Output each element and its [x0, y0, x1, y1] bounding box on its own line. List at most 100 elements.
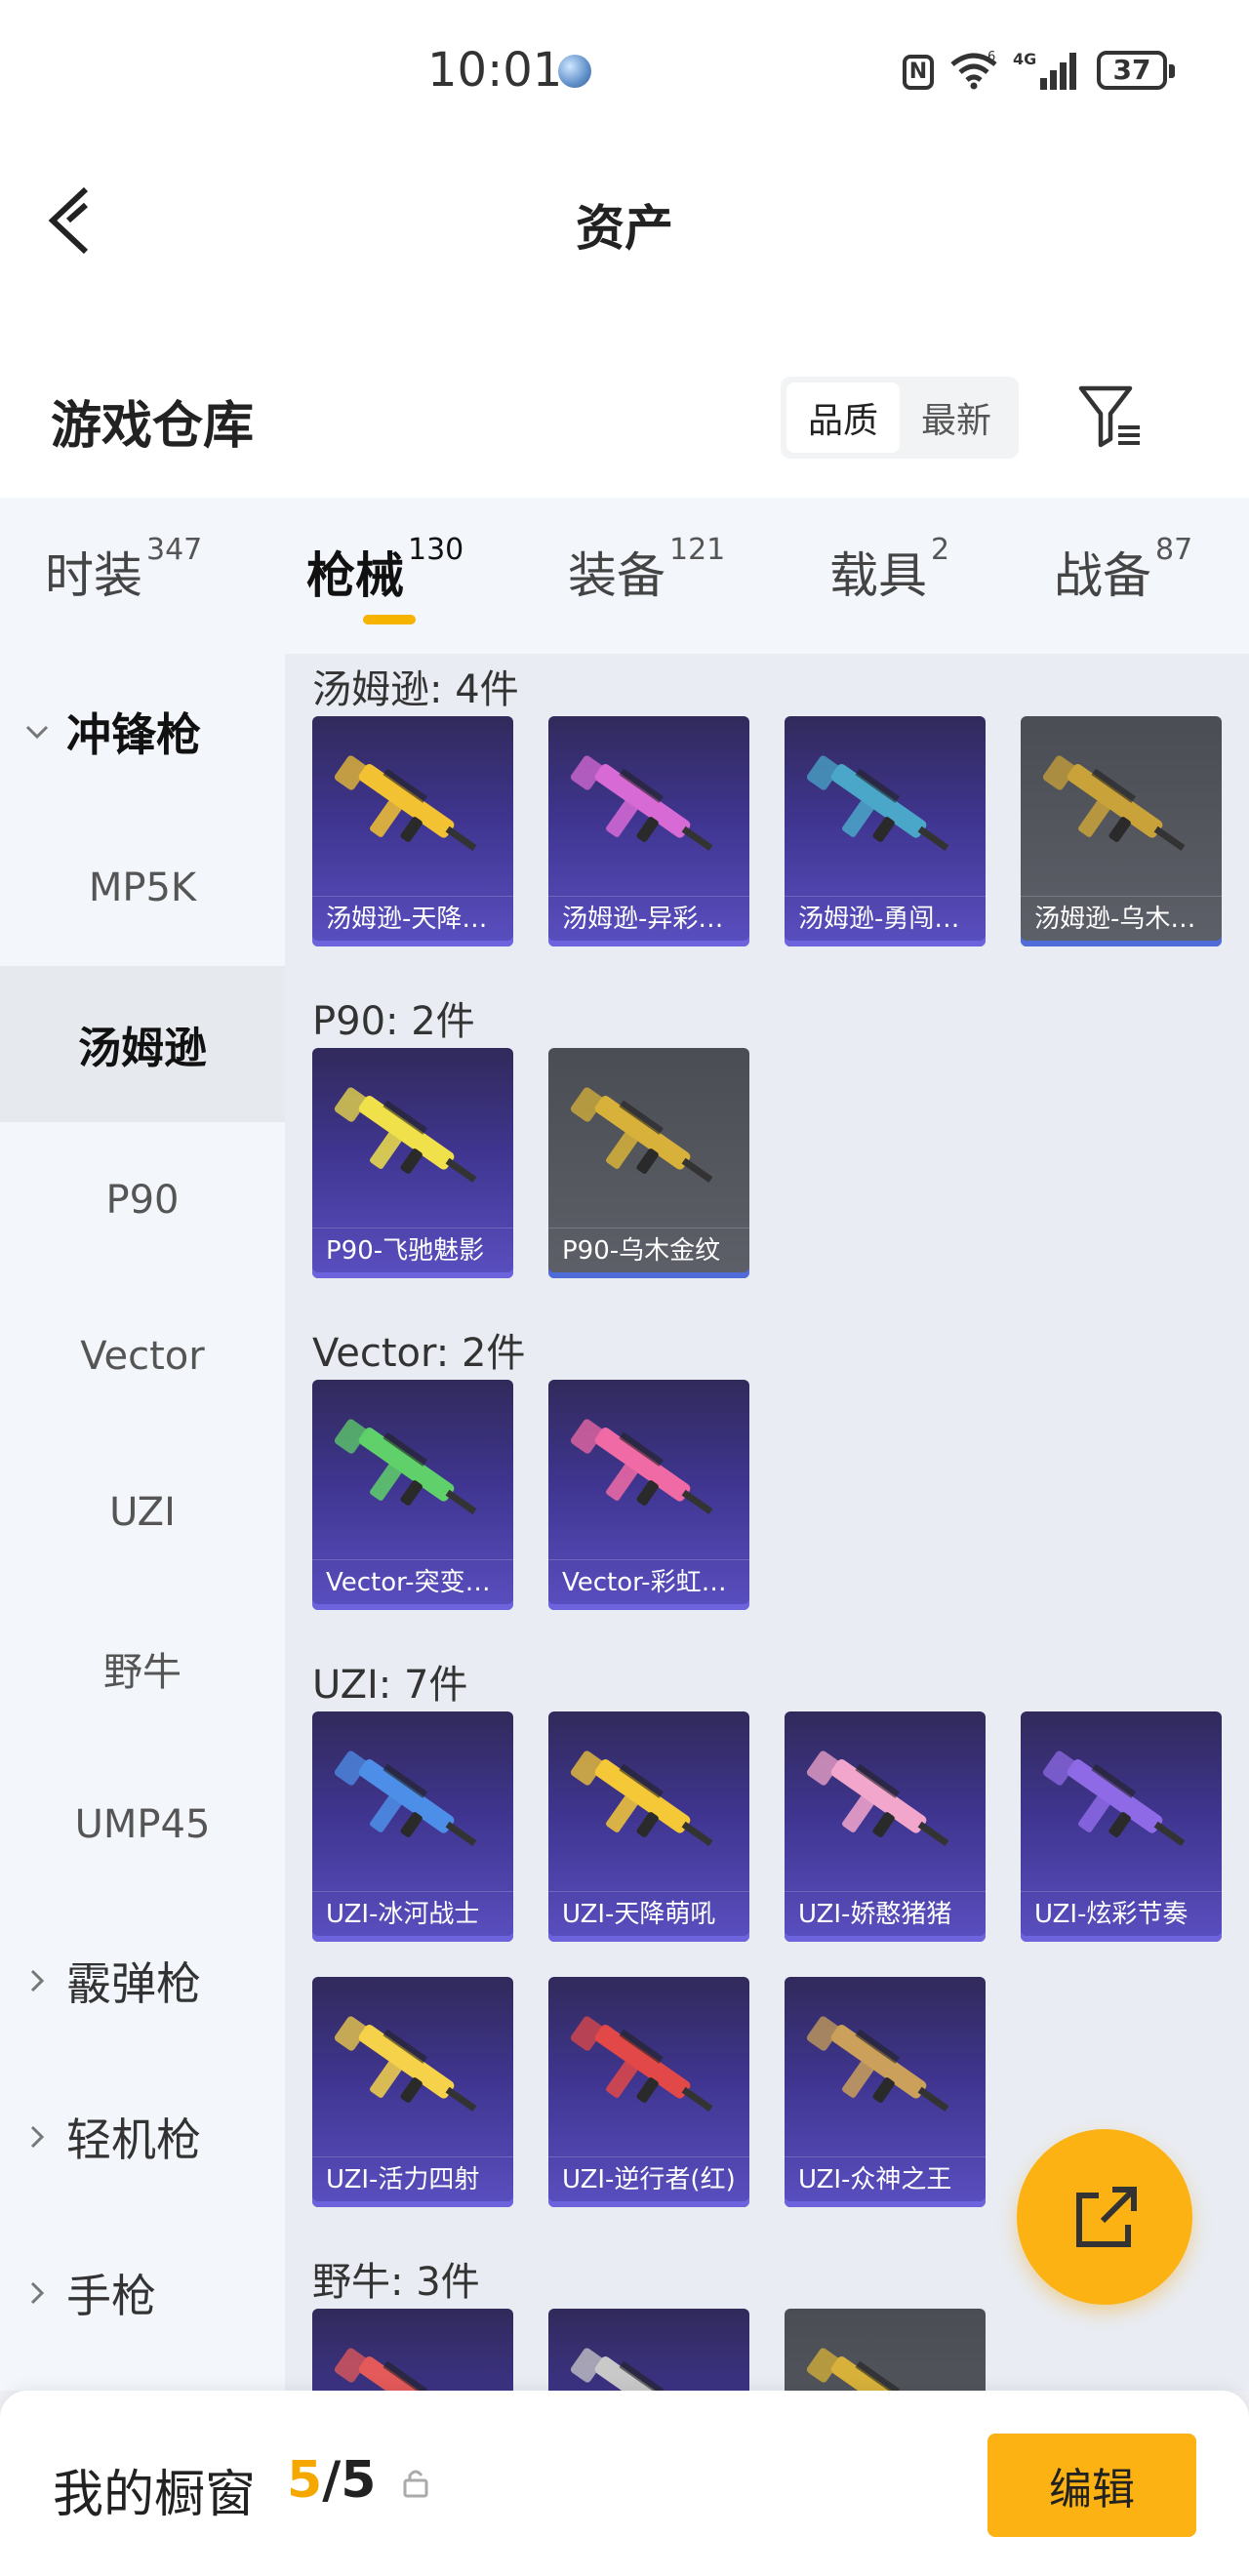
weapon-skin-icon [334, 2348, 455, 2391]
filter-icon[interactable] [1077, 382, 1146, 451]
battery-icon: 37 [1097, 51, 1175, 90]
sidebar-group-smg[interactable]: 冲锋枪 [0, 654, 285, 810]
weapon-skin-icon [334, 1419, 477, 1515]
weapon-card[interactable]: UZI-天降萌吼 [548, 1711, 749, 1942]
tab-count: 347 [146, 533, 203, 567]
edit-button[interactable]: 编辑 [987, 2434, 1196, 2537]
weapon-skin-icon [334, 1087, 477, 1184]
section-title: UZI: 7件 [312, 1663, 468, 1708]
status-time: 10:01 [427, 43, 563, 98]
share-button[interactable] [1017, 2129, 1192, 2305]
tab-count: 121 [669, 533, 726, 567]
weapon-card[interactable]: 野牛-皮肤一 [312, 2309, 513, 2391]
sort-quality-button[interactable]: 品质 [786, 382, 900, 453]
tab-equipment[interactable]: 装备 121 [568, 533, 725, 607]
lock-icon [403, 2470, 428, 2498]
warehouse-title: 游戏仓库 [51, 397, 255, 456]
weapon-type-sidebar: 冲锋枪 MP5K 汤姆逊 P90 Vector UZI 野牛 UMP45 霰弹枪… [0, 654, 285, 2391]
sidebar-item-uzi[interactable]: UZI [0, 1434, 285, 1590]
weapon-card[interactable]: UZI-活力四射 [312, 1977, 513, 2207]
sidebar-group-shotgun[interactable]: 霰弹枪 [0, 1903, 285, 2059]
weapon-skin-icon [806, 1751, 949, 1847]
sidebar-group-label: 冲锋枪 [66, 708, 201, 761]
app-header: 资产 [0, 146, 1249, 293]
chevron-down-icon [25, 725, 49, 740]
chevron-right-icon [30, 1969, 45, 1992]
sidebar-group-lmg[interactable]: 轻机枪 [0, 2059, 285, 2215]
weapon-skin-icon [334, 2016, 477, 2113]
weapon-skin-icon [570, 1087, 713, 1184]
showcase-count: 5/5 [287, 2451, 376, 2510]
weapon-card-label: UZI-逆行者(红) [548, 2156, 749, 2201]
weapon-card[interactable]: P90-飞驰魅影 [312, 1048, 513, 1278]
sidebar-item-mp5k[interactable]: MP5K [0, 810, 285, 966]
tab-supplies[interactable]: 战备 87 [1054, 533, 1192, 607]
weapon-card[interactable]: UZI-娇憨猪猪 [785, 1711, 986, 1942]
section-title: 野牛: 3件 [312, 2260, 480, 2305]
weapon-card[interactable]: 汤姆逊-乌木金纹 [1021, 716, 1222, 946]
weapon-skin-icon [334, 1751, 477, 1847]
tab-label: 战备 [1054, 547, 1151, 604]
weapon-skin-icon [570, 2348, 691, 2391]
tab-fashion[interactable]: 时装 347 [45, 533, 202, 607]
sidebar-item-thompson[interactable]: 汤姆逊 [0, 966, 285, 1122]
wifi-badge: 6 [987, 51, 995, 64]
avatar-icon [558, 55, 591, 88]
tab-count: 2 [931, 533, 950, 567]
weapon-card[interactable]: 汤姆逊-天降萌吼 [312, 716, 513, 946]
share-icon [1076, 2187, 1137, 2247]
weapon-skin-icon [570, 2016, 713, 2113]
weapon-card[interactable]: UZI-众神之王 [785, 1977, 986, 2207]
weapon-card[interactable]: 汤姆逊-勇闯荒原 [785, 716, 986, 946]
tab-vehicles[interactable]: 载具 2 [829, 533, 949, 607]
sort-toggle: 品质 最新 [781, 377, 1019, 459]
sort-newest-button[interactable]: 最新 [900, 382, 1013, 453]
weapon-card[interactable]: Vector-突变毒素 [312, 1380, 513, 1610]
weapon-skin-icon [806, 2348, 927, 2391]
tab-firearms[interactable]: 枪械 130 [306, 533, 463, 607]
sidebar-group-label: 轻机枪 [66, 2113, 201, 2166]
weapon-card-label: 汤姆逊-天降萌吼 [312, 896, 513, 941]
weapon-card-label: UZI-活力四射 [312, 2156, 513, 2201]
weapon-skin-icon [806, 2016, 949, 2113]
weapon-card[interactable]: UZI-炫彩节奏 [1021, 1711, 1222, 1942]
weapon-card-label: 汤姆逊-异彩迷踪 [548, 896, 749, 941]
weapon-card[interactable]: 野牛-皮肤二 [548, 2309, 749, 2391]
sidebar-item-bizon[interactable]: 野牛 [0, 1590, 285, 1747]
section-title: P90: 2件 [312, 999, 475, 1044]
tab-count: 87 [1155, 533, 1193, 567]
weapon-card[interactable]: Vector-彩虹糖果 [548, 1380, 749, 1610]
sidebar-item-ump45[interactable]: UMP45 [0, 1747, 285, 1903]
sidebar-group-pistol[interactable]: 手枪 [0, 2215, 285, 2371]
weapon-card-label: Vector-突变毒素 [312, 1559, 513, 1604]
tab-count: 130 [408, 533, 464, 567]
tab-label: 枪械 [306, 547, 404, 604]
weapon-card-label: UZI-冰河战士 [312, 1891, 513, 1936]
weapon-card[interactable]: UZI-冰河战士 [312, 1711, 513, 1942]
weapon-skin-icon [1042, 1751, 1186, 1847]
section-title: Vector: 2件 [312, 1331, 526, 1376]
chevron-right-icon [30, 2281, 45, 2305]
weapon-card-label: P90-乌木金纹 [548, 1228, 749, 1272]
weapon-card-label: UZI-娇憨猪猪 [785, 1891, 986, 1936]
weapon-card[interactable]: UZI-逆行者(红) [548, 1977, 749, 2207]
status-bar: 10:01 N 6 4G 37 [0, 0, 1249, 146]
weapon-card-label: P90-飞驰魅影 [312, 1228, 513, 1272]
showcase-bar: 我的橱窗 5/5 编辑 [0, 2391, 1249, 2576]
showcase-current: 5 [287, 2451, 323, 2510]
tab-label: 装备 [568, 547, 665, 604]
showcase-label: 我的橱窗 [53, 2466, 257, 2524]
weapon-skin-icon [1042, 755, 1186, 852]
nfc-icon: N [903, 55, 934, 90]
sidebar-item-vector[interactable]: Vector [0, 1278, 285, 1434]
section-title: 汤姆逊: 4件 [312, 667, 519, 712]
sidebar-item-p90[interactable]: P90 [0, 1122, 285, 1278]
weapon-card[interactable]: P90-乌木金纹 [548, 1048, 749, 1278]
tab-label: 时装 [45, 547, 142, 604]
wifi-icon: 6 [950, 51, 997, 90]
sidebar-group-label: 手枪 [66, 2270, 156, 2322]
weapon-skin-icon [570, 755, 713, 852]
weapon-card[interactable]: 汤姆逊-异彩迷踪 [548, 716, 749, 946]
weapon-card[interactable]: 野牛-皮肤三 [785, 2309, 986, 2391]
warehouse-bar: 游戏仓库 品质 最新 [0, 293, 1249, 498]
